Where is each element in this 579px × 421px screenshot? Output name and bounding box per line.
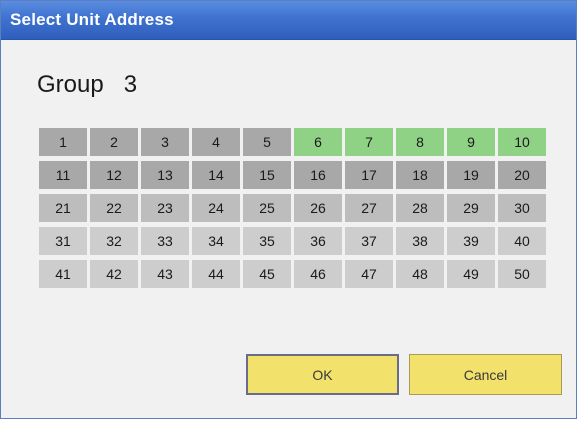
unit-address-cell[interactable]: 44	[192, 260, 240, 288]
unit-address-cell[interactable]: 33	[141, 227, 189, 255]
unit-address-cell[interactable]: 15	[243, 161, 291, 189]
unit-address-cell[interactable]: 35	[243, 227, 291, 255]
unit-address-cell[interactable]: 28	[396, 194, 444, 222]
unit-address-cell[interactable]: 48	[396, 260, 444, 288]
unit-address-cell[interactable]: 30	[498, 194, 546, 222]
unit-address-cell[interactable]: 1	[39, 128, 87, 156]
unit-address-cell[interactable]: 34	[192, 227, 240, 255]
group-number: 3	[123, 71, 138, 98]
unit-row: 21 22 23 24 25 26 27 28 29 30	[39, 194, 549, 222]
unit-address-cell[interactable]: 11	[39, 161, 87, 189]
unit-address-cell[interactable]: 10	[498, 128, 546, 156]
unit-address-cell[interactable]: 12	[90, 161, 138, 189]
unit-address-cell[interactable]: 49	[447, 260, 495, 288]
unit-address-cell[interactable]: 6	[294, 128, 342, 156]
group-label-text: Group	[37, 71, 104, 98]
unit-address-cell[interactable]: 3	[141, 128, 189, 156]
unit-address-cell[interactable]: 13	[141, 161, 189, 189]
unit-address-cell[interactable]: 2	[90, 128, 138, 156]
unit-address-cell[interactable]: 41	[39, 260, 87, 288]
unit-address-cell[interactable]: 50	[498, 260, 546, 288]
select-unit-address-dialog: Select Unit Address Group 3 1 2 3 4 5 6 7 8 9 10 11…	[0, 0, 577, 419]
unit-address-cell[interactable]: 20	[498, 161, 546, 189]
group-heading: Group 3	[37, 71, 137, 99]
unit-address-cell[interactable]: 4	[192, 128, 240, 156]
unit-address-cell[interactable]: 16	[294, 161, 342, 189]
unit-address-cell[interactable]: 25	[243, 194, 291, 222]
unit-address-cell[interactable]: 36	[294, 227, 342, 255]
unit-address-cell[interactable]: 27	[345, 194, 393, 222]
unit-address-cell[interactable]: 21	[39, 194, 87, 222]
unit-address-cell[interactable]: 47	[345, 260, 393, 288]
unit-row: 11 12 13 14 15 16 17 18 19 20	[39, 161, 549, 189]
unit-address-cell[interactable]: 17	[345, 161, 393, 189]
cancel-button[interactable]: Cancel	[409, 354, 562, 395]
unit-address-cell[interactable]: 14	[192, 161, 240, 189]
unit-address-cell[interactable]: 39	[447, 227, 495, 255]
unit-address-cell[interactable]: 38	[396, 227, 444, 255]
dialog-title: Select Unit Address	[10, 10, 174, 29]
unit-address-cell[interactable]: 9	[447, 128, 495, 156]
unit-address-cell[interactable]: 5	[243, 128, 291, 156]
unit-address-cell[interactable]: 46	[294, 260, 342, 288]
unit-address-cell[interactable]: 29	[447, 194, 495, 222]
title-bar[interactable]: Select Unit Address	[1, 1, 576, 40]
unit-address-cell[interactable]: 45	[243, 260, 291, 288]
cancel-button-label: Cancel	[463, 366, 508, 383]
unit-address-cell[interactable]: 42	[90, 260, 138, 288]
unit-address-cell[interactable]: 19	[447, 161, 495, 189]
unit-address-cell[interactable]: 18	[396, 161, 444, 189]
unit-row: 1 2 3 4 5 6 7 8 9 10	[39, 128, 549, 156]
unit-address-cell[interactable]: 43	[141, 260, 189, 288]
unit-address-cell[interactable]: 32	[90, 227, 138, 255]
unit-address-grid: 1 2 3 4 5 6 7 8 9 10 11 12 13 14 15 16 17 18 19 20 21 22 23 24 2…	[39, 128, 549, 293]
unit-address-cell[interactable]: 37	[345, 227, 393, 255]
unit-address-cell[interactable]: 24	[192, 194, 240, 222]
unit-address-cell[interactable]: 23	[141, 194, 189, 222]
unit-address-cell[interactable]: 7	[345, 128, 393, 156]
unit-address-cell[interactable]: 8	[396, 128, 444, 156]
unit-address-cell[interactable]: 22	[90, 194, 138, 222]
unit-row: 41 42 43 44 45 46 47 48 49 50	[39, 260, 549, 288]
ok-button[interactable]: OK	[246, 354, 399, 395]
unit-row: 31 32 33 34 35 36 37 38 39 40	[39, 227, 549, 255]
ok-button-label: OK	[312, 366, 333, 383]
unit-address-cell[interactable]: 26	[294, 194, 342, 222]
unit-address-cell[interactable]: 31	[39, 227, 87, 255]
unit-address-cell[interactable]: 40	[498, 227, 546, 255]
